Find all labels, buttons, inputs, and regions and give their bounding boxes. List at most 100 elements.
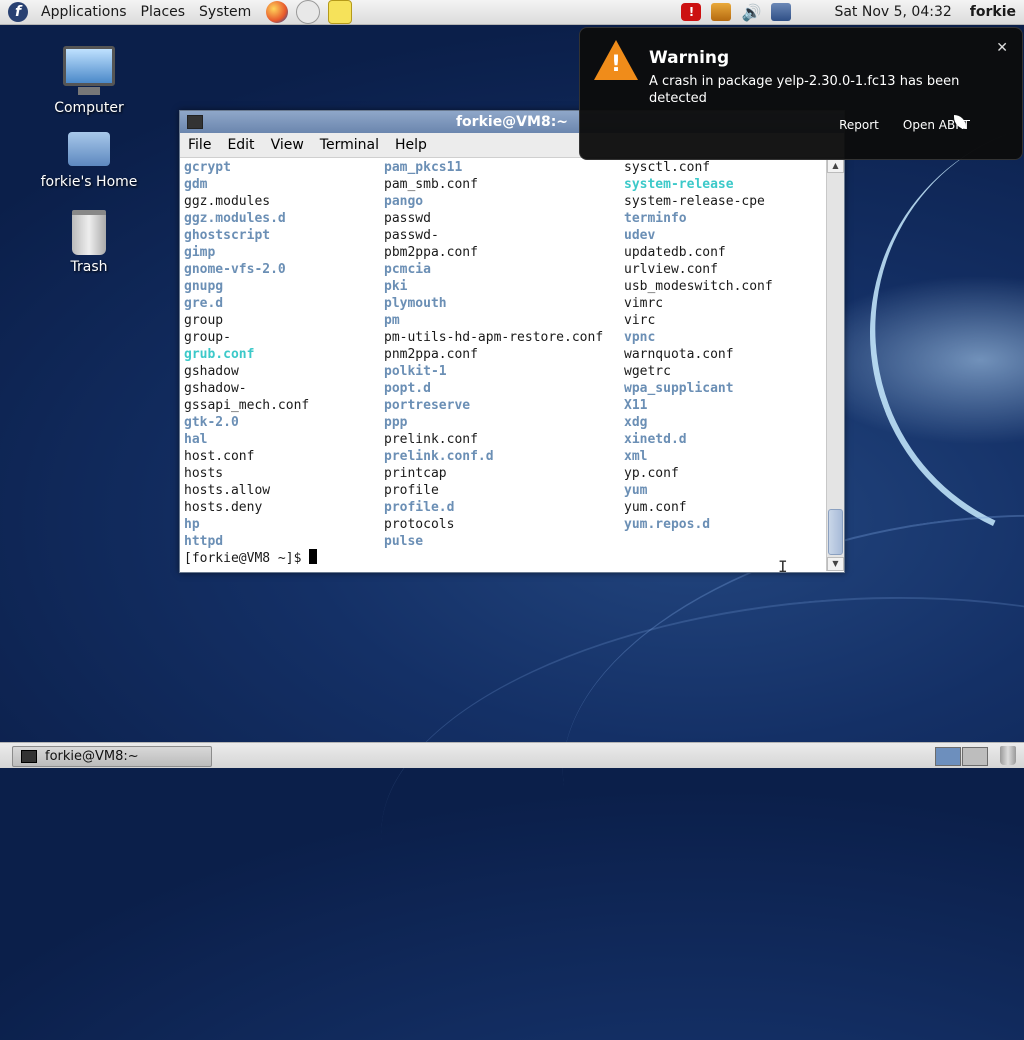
menu-view[interactable]: View bbox=[263, 137, 312, 153]
listing-entry: usb_modeswitch.conf bbox=[624, 279, 773, 294]
listing-entry: ggz.modules bbox=[184, 194, 271, 209]
listing-entry: system-release-cpe bbox=[624, 194, 765, 209]
listing-entry: gimp bbox=[184, 245, 216, 260]
scroll-thumb[interactable] bbox=[828, 509, 843, 555]
desktop-icon-home[interactable]: forkie's Home bbox=[34, 132, 144, 190]
taskbar-window-label: forkie@VM8:~ bbox=[45, 749, 139, 764]
mail-icon[interactable] bbox=[296, 0, 321, 24]
volume-icon[interactable]: 🔊 bbox=[741, 3, 761, 22]
prompt-text: [forkie@VM8 ~]$ bbox=[184, 551, 310, 566]
listing-entry: popt.d bbox=[384, 381, 431, 396]
listing-entry: xml bbox=[624, 449, 648, 464]
listing-entry: gre.d bbox=[184, 296, 224, 311]
listing-entry: xinetd.d bbox=[624, 432, 687, 447]
ibeam-cursor-icon: I bbox=[778, 557, 788, 576]
listing-entry: gnome-vfs-2.0 bbox=[184, 262, 286, 277]
notes-icon[interactable] bbox=[328, 0, 353, 24]
listing-entry: wpa_supplicant bbox=[624, 381, 734, 396]
updates-icon[interactable] bbox=[711, 3, 732, 21]
listing-entry: pki bbox=[384, 279, 408, 294]
user-menu[interactable]: forkie bbox=[970, 4, 1016, 20]
listing-entry: group bbox=[184, 313, 224, 328]
warning-icon-mark: ! bbox=[610, 52, 622, 77]
listing-entry: group- bbox=[184, 330, 231, 345]
listing-entry: pm bbox=[384, 313, 400, 328]
listing-entry: grub.conf bbox=[184, 347, 255, 362]
listing-entry: polkit-1 bbox=[384, 364, 447, 379]
firefox-icon[interactable] bbox=[266, 1, 289, 23]
listing-entry: udev bbox=[624, 228, 656, 243]
listing-entry: hosts.deny bbox=[184, 500, 263, 515]
listing-entry: wgetrc bbox=[624, 364, 671, 379]
listing-entry: hosts.allow bbox=[184, 483, 271, 498]
clock[interactable]: Sat Nov 5, 04:32 bbox=[834, 4, 951, 20]
shell-prompt[interactable]: [forkie@VM8 ~]$ bbox=[184, 549, 318, 567]
trash-applet-icon[interactable] bbox=[1000, 746, 1016, 765]
scroll-up-button[interactable]: ▲ bbox=[827, 159, 844, 173]
trash-icon bbox=[72, 210, 106, 255]
network-icon[interactable] bbox=[771, 3, 792, 21]
listing-entry: ppp bbox=[384, 415, 408, 430]
crash-notification[interactable]: ! Warning A crash in package yelp-2.30.0… bbox=[579, 27, 1023, 160]
terminal-scrollbar[interactable]: ▲ ▼ bbox=[826, 159, 844, 571]
desktop-icon-label: Computer bbox=[54, 100, 124, 116]
desktop-icon-label: forkie's Home bbox=[40, 174, 138, 190]
listing-entry: prelink.conf bbox=[384, 432, 478, 447]
listing-entry: pam_pkcs11 bbox=[384, 160, 463, 175]
listing-entry: yum.repos.d bbox=[624, 517, 711, 532]
fedora-logo-icon[interactable]: f bbox=[8, 2, 28, 22]
listing-entry: pulse bbox=[384, 534, 424, 549]
scroll-down-button[interactable]: ▼ bbox=[827, 557, 844, 571]
listing-column: gcrypt gdm ggz.modules ggz.modules.d ghostsc… bbox=[184, 159, 309, 550]
menu-system[interactable]: System bbox=[192, 4, 258, 20]
taskbar-window-button[interactable]: forkie@VM8:~ bbox=[12, 746, 212, 767]
listing-entry: hal bbox=[184, 432, 208, 447]
listing-entry: gshadow- bbox=[184, 381, 247, 396]
listing-entry: printcap bbox=[384, 466, 447, 481]
listing-entry: sysctl.conf bbox=[624, 160, 711, 175]
menu-applications[interactable]: Applications bbox=[34, 4, 134, 20]
desktop-icon-label: Trash bbox=[70, 259, 108, 275]
top-panel: f Applications Places System ! 🔊 Sat Nov… bbox=[0, 0, 1024, 25]
listing-entry: yum.conf bbox=[624, 500, 687, 515]
listing-entry: vimrc bbox=[624, 296, 664, 311]
menu-edit[interactable]: Edit bbox=[219, 137, 262, 153]
menu-file[interactable]: File bbox=[180, 137, 219, 153]
computer-icon bbox=[63, 46, 115, 95]
terminal-icon bbox=[21, 750, 37, 763]
listing-entry: ghostscript bbox=[184, 228, 271, 243]
notification-actions: Report Open ABRT bbox=[839, 118, 970, 132]
abrt-alert-icon[interactable]: ! bbox=[681, 3, 702, 21]
desktop-icon-trash[interactable]: Trash bbox=[34, 210, 144, 275]
desktop-icon-computer[interactable]: Computer bbox=[34, 46, 144, 116]
listing-entry: passwd bbox=[384, 211, 431, 226]
listing-entry: gnupg bbox=[184, 279, 224, 294]
listing-entry: hp bbox=[184, 517, 200, 532]
listing-entry: portreserve bbox=[384, 398, 471, 413]
menu-help[interactable]: Help bbox=[387, 137, 435, 153]
listing-entry: virc bbox=[624, 313, 656, 328]
workspace-1[interactable] bbox=[935, 747, 961, 766]
terminal-output[interactable]: gcrypt gdm ggz.modules ggz.modules.d ghostsc… bbox=[180, 159, 826, 571]
system-tray: ! 🔊 Sat Nov 5, 04:32 forkie bbox=[676, 0, 1024, 24]
listing-entry: pango bbox=[384, 194, 424, 209]
close-icon[interactable]: ✕ bbox=[996, 40, 1008, 56]
report-button[interactable]: Report bbox=[839, 118, 879, 132]
listing-entry: X11 bbox=[624, 398, 648, 413]
text-cursor bbox=[309, 549, 318, 564]
menu-places[interactable]: Places bbox=[134, 4, 193, 20]
listing-entry: system-release bbox=[624, 177, 734, 192]
bottom-panel: forkie@VM8:~ bbox=[0, 742, 1024, 768]
listing-entry: yp.conf bbox=[624, 466, 679, 481]
menu-terminal[interactable]: Terminal bbox=[312, 137, 387, 153]
home-folder-icon bbox=[68, 132, 110, 166]
terminal-window[interactable]: forkie@VM8:~ File Edit View Terminal Hel… bbox=[179, 110, 845, 576]
workspace-2[interactable] bbox=[962, 747, 988, 766]
listing-entry: pnm2ppa.conf bbox=[384, 347, 478, 362]
listing-entry: pcmcia bbox=[384, 262, 431, 277]
wallpaper-arc bbox=[364, 561, 1024, 1040]
listing-entry: vpnc bbox=[624, 330, 656, 345]
listing-entry: prelink.conf.d bbox=[384, 449, 494, 464]
listing-entry: yum bbox=[624, 483, 648, 498]
listing-entry: plymouth bbox=[384, 296, 447, 311]
